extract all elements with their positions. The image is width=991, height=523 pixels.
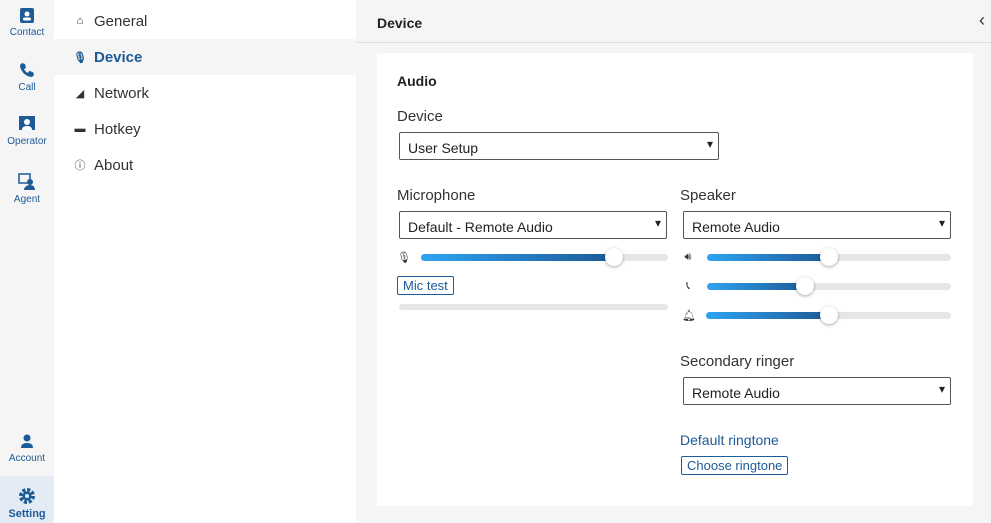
rail-item-setting[interactable]: Setting: [0, 476, 54, 523]
user-icon: [21, 434, 33, 448]
operator-icon: [19, 116, 35, 130]
section-title: Audio: [397, 73, 437, 89]
nav-item-device[interactable]: 🎙︎ Device: [54, 39, 356, 75]
settings-nav: ⌂ General 🎙︎ Device ◢ Network ▬ Hotkey ⓘ Abou…: [54, 0, 356, 523]
page-header: Device ‹: [356, 0, 991, 43]
choose-ringtone-button[interactable]: Choose ringtone: [681, 456, 789, 475]
nav-item-network[interactable]: ◢ Network: [54, 75, 356, 111]
secondary-ringer-select[interactable]: Remote Audio: [683, 377, 951, 405]
microphone-select[interactable]: Default - Remote Audio: [399, 211, 667, 239]
phone-icon: [20, 63, 34, 77]
keyboard-icon: ▬: [74, 123, 86, 135]
default-ringtone-link[interactable]: Default ringtone: [680, 432, 779, 448]
microphone-icon: 🎙︎: [73, 51, 87, 64]
slider-fill: [421, 254, 614, 261]
chevron-left-icon[interactable]: ‹: [979, 10, 985, 31]
nav-item-hotkey[interactable]: ▬ Hotkey: [54, 111, 356, 147]
bell-icon: 🔔︎: [682, 310, 696, 322]
slider-thumb[interactable]: [795, 277, 814, 295]
rail-item-agent[interactable]: Agent: [0, 173, 54, 205]
gear-icon: [19, 488, 35, 504]
network-icon: ◢: [75, 87, 85, 100]
slider-thumb[interactable]: [819, 306, 838, 324]
slider-thumb[interactable]: [820, 248, 838, 266]
speaker-label: Speaker: [680, 187, 736, 204]
slider-thumb[interactable]: [604, 248, 623, 266]
secondary-ringer-label: Secondary ringer: [680, 353, 795, 370]
slider-fill: [707, 254, 829, 261]
slider-fill: [706, 312, 829, 319]
device-label: Device: [397, 108, 443, 125]
call-volume-slider[interactable]: [707, 277, 951, 295]
app-rail: Contact Call Operator Agent Account Sett…: [0, 0, 54, 523]
nav-item-general[interactable]: ⌂ General: [54, 3, 356, 39]
rail-item-contact[interactable]: Contact: [0, 6, 54, 38]
rail-item-call[interactable]: Call: [0, 61, 54, 93]
volume-icon: 🔊︎: [684, 251, 692, 263]
home-icon: ⌂: [76, 15, 84, 27]
device-select[interactable]: User Setup: [399, 132, 719, 160]
ring-volume-slider[interactable]: [706, 306, 951, 324]
audio-card: Audio Device User Setup Microphone Defau…: [377, 53, 973, 506]
speaker-volume-slider[interactable]: [707, 248, 951, 266]
agent-icon: [18, 173, 35, 190]
info-icon: ⓘ: [74, 160, 86, 172]
rail-item-operator[interactable]: Operator: [0, 115, 54, 147]
rail-item-account[interactable]: Account: [0, 432, 54, 464]
page-title: Device: [377, 15, 423, 31]
phone-ring-icon: 📞︎: [686, 280, 690, 292]
contact-icon: [20, 8, 34, 23]
microphone-icon: 🎙︎: [397, 252, 411, 264]
mic-level-slider[interactable]: [421, 248, 668, 266]
mic-test-meter: [399, 304, 668, 310]
microphone-label: Microphone: [397, 187, 476, 204]
mic-test-button[interactable]: Mic test: [397, 276, 454, 295]
speaker-select[interactable]: Remote Audio: [683, 211, 951, 239]
nav-item-about[interactable]: ⓘ About: [54, 147, 356, 183]
slider-fill: [707, 283, 805, 290]
